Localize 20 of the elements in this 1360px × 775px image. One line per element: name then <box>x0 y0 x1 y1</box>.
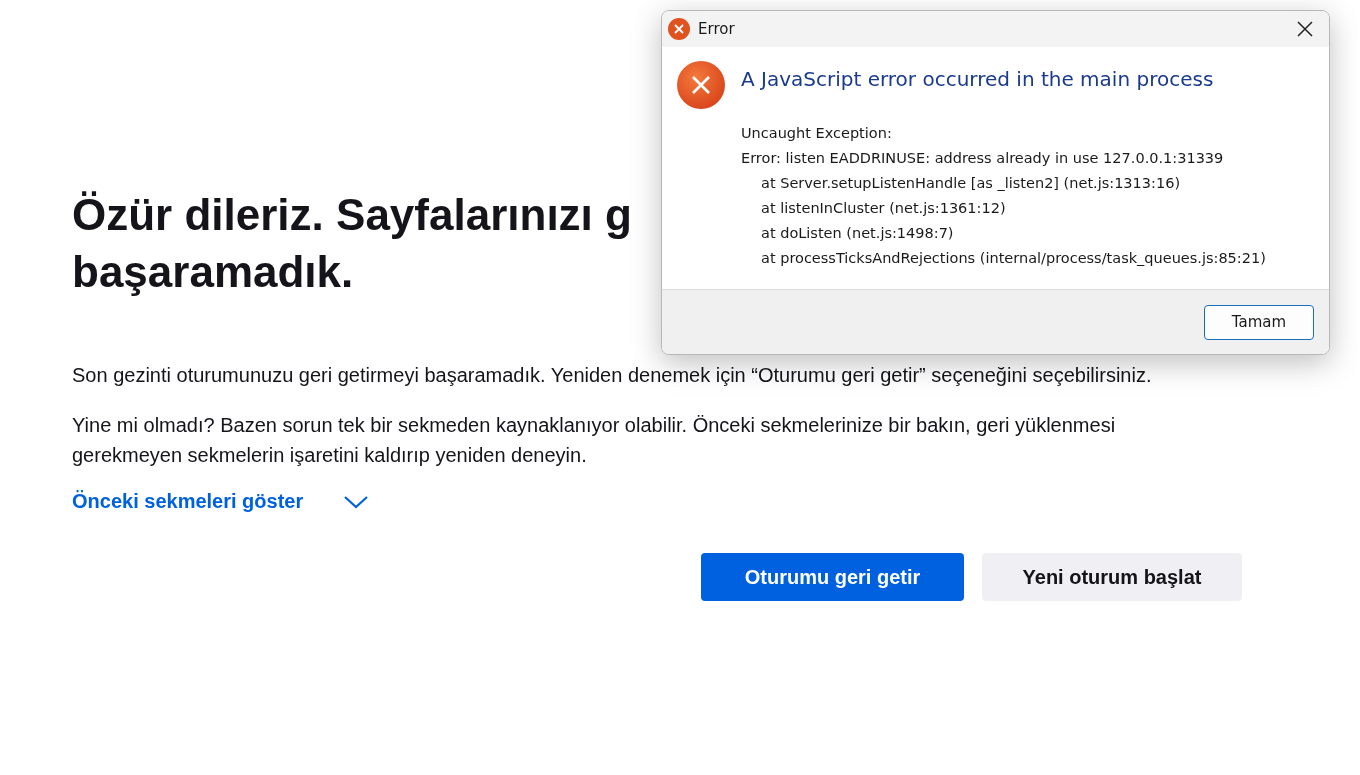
error-message-line: Uncaught Exception: <box>741 124 892 143</box>
close-icon[interactable] <box>1297 21 1313 37</box>
chevron-icon <box>343 493 370 510</box>
ok-button[interactable]: Tamam <box>1204 304 1314 340</box>
show-tabs-toggle[interactable]: Önceki sekmeleri göster <box>72 490 370 514</box>
page-heading: başaramadık. <box>72 246 354 299</box>
paragraph: Yine mi olmadı? Bazen sorun tek bir sekmeden kaynaklanıyor olabilir. Önceki sekmelerinize bir bakın, geri yüklenmesi gerekmeyen sekmelerin işaretini kaldırıp yeniden deneyin. <box>72 413 1117 469</box>
error-message-line: at doListen (net.js:1498:7) <box>761 224 954 243</box>
error-message-line: at listenInCluster (net.js:1361:12) <box>761 199 1006 218</box>
error-icon <box>677 61 725 109</box>
paragraph: Son gezinti oturumunuzu geri getirmeyi başaramadık. Yeniden denemek için “Oturumu geri getir” seçeneğini seçebilirsiniz. <box>72 363 1153 389</box>
restore-session-button[interactable]: Oturumu geri getir <box>701 553 964 602</box>
error-message-line: Error: listen EADDRINUSE: address already in use 127.0.0.1:31339 <box>741 149 1224 168</box>
error-heading: A JavaScript error occurred in the main process <box>741 67 1215 91</box>
error-message-line: at processTicksAndRejections (internal/process/task_queues.js:85:21) <box>761 249 1266 268</box>
dialog-title: Error <box>698 20 736 38</box>
error-icon <box>668 18 690 40</box>
page-heading: Özür dileriz. Sayfalarınızı g <box>72 189 632 241</box>
error-message-line: at Server.setupListenHandle [as _listen2] (net.js:1313:16) <box>761 174 1181 193</box>
new-session-button[interactable]: Yeni oturum başlat <box>982 553 1242 602</box>
